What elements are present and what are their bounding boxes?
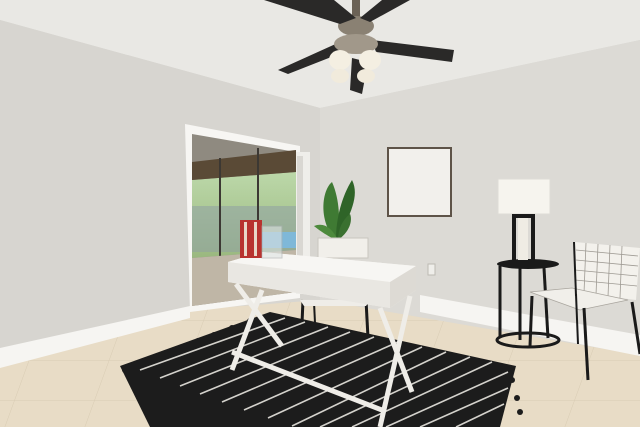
wall-outlet <box>427 263 436 276</box>
framed-wall-art <box>387 147 452 217</box>
red-books <box>240 220 262 258</box>
room-scene <box>0 0 640 427</box>
glass-bookend <box>261 225 283 259</box>
room-photo <box>0 0 640 427</box>
